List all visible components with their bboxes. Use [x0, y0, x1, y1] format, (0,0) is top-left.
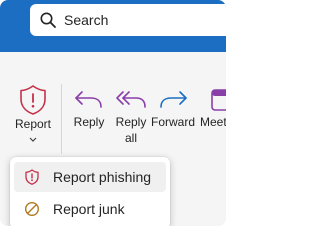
title-bar: Search — [0, 0, 226, 52]
block-circle-icon — [24, 201, 40, 217]
search-label: Search — [64, 12, 109, 28]
report-label: Report — [14, 117, 52, 131]
search-icon — [40, 12, 56, 28]
calendar-meet-icon — [211, 89, 226, 111]
reply-label: Reply — [73, 115, 105, 129]
reply-button[interactable]: Reply — [70, 86, 108, 130]
reply-all-label-line1: Reply — [115, 115, 147, 129]
forward-label: Forward — [150, 115, 195, 129]
report-phishing-label: Report phishing — [53, 169, 152, 185]
ribbon-separator — [61, 84, 62, 154]
search-box[interactable]: Search — [30, 4, 226, 36]
forward-button[interactable]: Forward — [150, 86, 196, 130]
report-button[interactable]: Report — [12, 84, 54, 145]
shield-exclamation-icon — [20, 85, 46, 115]
menu-item-report-phishing[interactable]: Report phishing — [14, 162, 166, 192]
outlook-window: Search Report Reply Reply all Forward Me… — [0, 0, 226, 226]
meet-button[interactable]: Meet — [198, 86, 226, 130]
forward-arrow-icon — [160, 91, 187, 108]
meet-label: Meet — [200, 115, 226, 129]
reply-all-button[interactable]: Reply all — [112, 86, 150, 146]
reply-arrow-icon — [75, 91, 102, 108]
report-junk-label: Report junk — [53, 201, 125, 217]
menu-item-report-junk[interactable]: Report junk — [14, 194, 166, 224]
reply-all-arrow-icon — [116, 91, 146, 108]
shield-exclamation-icon — [25, 169, 39, 185]
chevron-down-icon — [29, 137, 37, 142]
report-dropdown-menu: Report phishing Report junk — [10, 157, 170, 226]
reply-all-label-line2: all — [124, 131, 137, 145]
